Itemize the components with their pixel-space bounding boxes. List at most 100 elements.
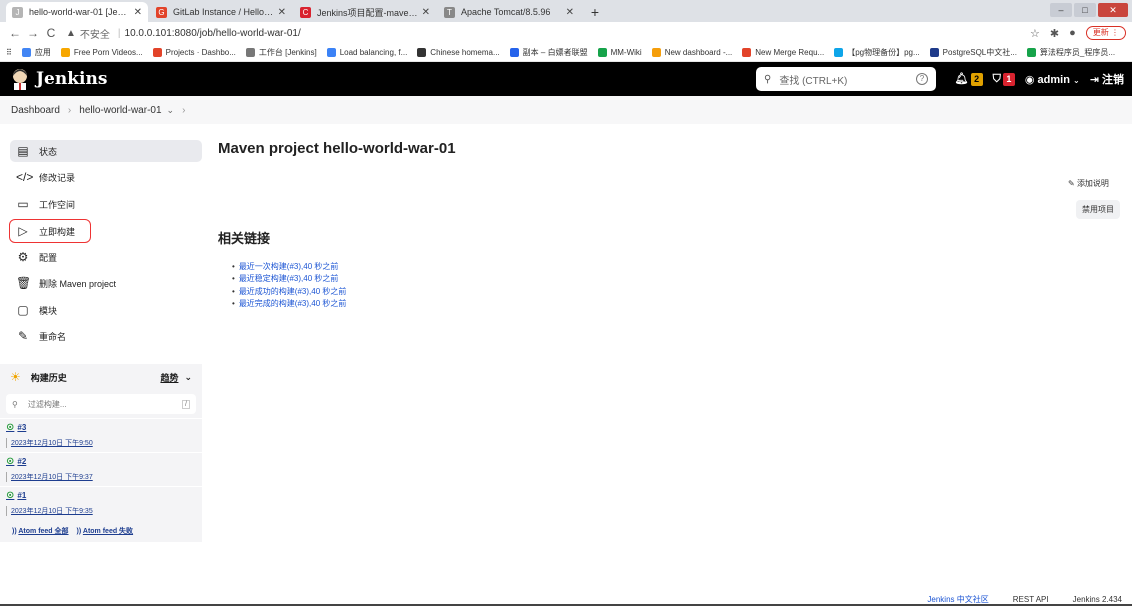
bookmark-item[interactable]: PostgreSQL中文社... bbox=[929, 47, 1017, 58]
minimize-icon[interactable]: – bbox=[1050, 3, 1072, 17]
warning-icon: ▲ bbox=[66, 27, 76, 39]
breadcrumb-job[interactable]: hello-world-war-01 bbox=[79, 105, 161, 116]
new-tab-icon[interactable]: + bbox=[586, 3, 604, 21]
version-link[interactable]: Jenkins 2.434 bbox=[1073, 595, 1122, 604]
bookmark-favicon-icon bbox=[152, 48, 162, 57]
profile-icon[interactable]: ● bbox=[1069, 27, 1076, 39]
bookmark-item[interactable]: New dashboard -... bbox=[651, 48, 732, 57]
url-separator: | bbox=[117, 27, 121, 39]
bookmark-item[interactable]: 【pg物理备份】pg... bbox=[834, 47, 920, 58]
atom-feed-all-link[interactable]: Atom feed 全部 bbox=[18, 528, 68, 535]
success-icon: ⊙ bbox=[6, 456, 15, 467]
search-icon: ⚲ bbox=[12, 399, 18, 409]
build-row[interactable]: ⊙ #3 2023年12月10日 下午9:50 bbox=[0, 418, 202, 452]
sidebar-item-configure[interactable]: ⚙ 配置 bbox=[10, 246, 202, 268]
security-button[interactable]: ⛉ 1 bbox=[992, 72, 1015, 86]
bookmark-item[interactable]: Chinese homema... bbox=[417, 48, 500, 57]
bookmark-favicon-icon bbox=[509, 48, 519, 57]
chevron-down-icon[interactable]: ⌄ bbox=[167, 105, 175, 116]
apps-grid-icon[interactable]: ⠿ bbox=[6, 48, 12, 57]
build-row[interactable]: ⊙ #1 2023年12月10日 下午9:35 bbox=[0, 486, 202, 520]
tab-title: Jenkins项目配置-maven项目-全 bbox=[317, 7, 418, 18]
build-date[interactable]: 2023年12月10日 下午9:50 bbox=[6, 438, 196, 448]
bookmark-item[interactable]: New Merge Requ... bbox=[742, 48, 824, 57]
sidebar: ▤ 状态 </> 修改记录 ▭ 工作空间 ▷ 立即构建 ⚙ 配置 🗑︎ 删除 M… bbox=[0, 124, 210, 584]
close-window-icon[interactable]: ✕ bbox=[1098, 3, 1128, 17]
browser-tab[interactable]: G GitLab Instance / Hello World ✕ bbox=[150, 2, 292, 22]
play-icon: ▷ bbox=[18, 224, 28, 238]
build-filter-input[interactable]: ⚲ 过滤构建... / bbox=[6, 394, 196, 414]
user-icon: ◉ bbox=[1024, 73, 1035, 86]
bookmark-label: MM-Wiki bbox=[610, 48, 642, 57]
build-date[interactable]: 2023年12月10日 下午9:35 bbox=[6, 506, 196, 516]
back-icon[interactable]: ← bbox=[6, 26, 24, 40]
close-tab-icon[interactable]: ✕ bbox=[134, 7, 142, 18]
bookmark-item[interactable]: MM-Wiki bbox=[597, 48, 642, 57]
close-tab-icon[interactable]: ✕ bbox=[566, 7, 574, 18]
build-row[interactable]: ⊙ #2 2023年12月10日 下午9:37 bbox=[0, 452, 202, 486]
rss-icon: )) bbox=[12, 528, 17, 535]
atom-feed-fail-link[interactable]: Atom feed 失败 bbox=[83, 528, 133, 535]
chevron-down-icon[interactable]: ⌄ bbox=[184, 372, 192, 383]
sidebar-item-workspace[interactable]: ▭ 工作空间 bbox=[10, 193, 202, 215]
browser-tab[interactable]: C Jenkins项目配置-maven项目-全 ✕ bbox=[294, 2, 436, 22]
search-box[interactable]: ⚲ 查找 (CTRL+K) ? bbox=[756, 67, 936, 91]
bookmark-item[interactable]: 算法程序员_程序员... bbox=[1026, 47, 1115, 58]
bookmark-item[interactable]: 工作台 [Jenkins] bbox=[245, 47, 317, 58]
extensions-icon[interactable]: ✱ bbox=[1050, 27, 1059, 40]
logout-button[interactable]: ⇥ 注销 bbox=[1090, 71, 1124, 87]
related-link[interactable]: 最近成功的构建(#3),40 秒之前 bbox=[232, 285, 347, 298]
close-tab-icon[interactable]: ✕ bbox=[278, 7, 286, 18]
success-icon: ⊙ bbox=[6, 422, 15, 433]
filter-placeholder: 过滤构建... bbox=[27, 399, 67, 409]
close-tab-icon[interactable]: ✕ bbox=[422, 7, 430, 18]
community-link[interactable]: Jenkins 中文社区 bbox=[927, 594, 988, 605]
bookmark-star-icon[interactable]: ☆ bbox=[1030, 27, 1040, 40]
notifications-button[interactable]: 🔔︎ 2 bbox=[955, 72, 983, 86]
update-button[interactable]: 更新 ⋮ bbox=[1085, 26, 1126, 40]
sidebar-item-changes[interactable]: </> 修改记录 bbox=[10, 166, 202, 188]
sidebar-item-label: 状态 bbox=[39, 146, 58, 157]
build-number[interactable]: #2 bbox=[17, 457, 26, 466]
chevron-right-icon: › bbox=[182, 104, 186, 116]
build-date[interactable]: 2023年12月10日 下午9:37 bbox=[6, 472, 196, 482]
bookmark-favicon-icon bbox=[417, 48, 427, 57]
notifications-badge: 2 bbox=[970, 73, 983, 86]
disable-project-button[interactable]: 禁用项目 bbox=[1076, 200, 1120, 219]
sidebar-item-status[interactable]: ▤ 状态 bbox=[10, 140, 202, 162]
bookmark-item[interactable]: Free Porn Videos... bbox=[60, 48, 143, 57]
related-link[interactable]: 最近稳定构建(#3),40 秒之前 bbox=[232, 273, 346, 286]
status-icon: ▤ bbox=[17, 144, 29, 158]
help-icon[interactable]: ? bbox=[916, 73, 928, 85]
bookmark-item[interactable]: Load balancing, f... bbox=[326, 48, 407, 57]
maximize-icon[interactable]: □ bbox=[1074, 3, 1096, 17]
breadcrumb-dashboard[interactable]: Dashboard bbox=[11, 105, 60, 116]
rest-api-link[interactable]: REST API bbox=[1013, 595, 1049, 604]
code-icon: </> bbox=[16, 170, 34, 184]
trend-link[interactable]: 趋势 bbox=[160, 371, 178, 384]
build-number[interactable]: #3 bbox=[17, 423, 26, 432]
related-link[interactable]: 最近完成的构建(#3),40 秒之前 bbox=[232, 298, 347, 311]
bookmark-item[interactable]: 副本 – 白嫖者联盟 bbox=[509, 47, 588, 58]
build-number[interactable]: #1 bbox=[17, 491, 26, 500]
reload-icon[interactable]: C bbox=[42, 26, 60, 40]
url-field[interactable]: ▲ 不安全 | 10.0.0.101:8080/job/hello-world-… bbox=[66, 26, 1030, 41]
sidebar-item-delete[interactable]: 🗑︎ 删除 Maven project bbox=[10, 272, 202, 294]
user-menu[interactable]: ◉ admin ⌄ bbox=[1025, 73, 1080, 86]
forward-icon[interactable]: → bbox=[24, 26, 42, 40]
sidebar-item-modules[interactable]: ▢ 模块 bbox=[10, 299, 202, 321]
sidebar-item-rename[interactable]: ✎ 重命名 bbox=[10, 325, 202, 347]
jenkins-logo[interactable]: Jenkins bbox=[10, 68, 107, 90]
related-link[interactable]: 最近一次构建(#3),40 秒之前 bbox=[232, 260, 346, 273]
weather-sun-icon: ☀ bbox=[10, 370, 21, 384]
trash-icon: 🗑︎ bbox=[16, 276, 32, 290]
bookmark-item[interactable]: 应用 bbox=[21, 47, 51, 58]
bookmark-label: 工作台 [Jenkins] bbox=[258, 48, 317, 57]
shield-icon: ⛉ bbox=[992, 72, 1001, 85]
sidebar-item-build-now[interactable]: ▷ 立即构建 bbox=[9, 219, 91, 243]
bookmark-item[interactable]: Projects · Dashbo... bbox=[152, 48, 236, 57]
browser-tab[interactable]: J hello-world-war-01 [Jenkins] ✕ bbox=[6, 2, 148, 22]
bookmark-favicon-icon bbox=[742, 48, 752, 57]
browser-tab[interactable]: T Apache Tomcat/8.5.96 ✕ bbox=[438, 2, 580, 22]
add-description-button[interactable]: ✎ 添加说明 bbox=[1068, 178, 1109, 189]
